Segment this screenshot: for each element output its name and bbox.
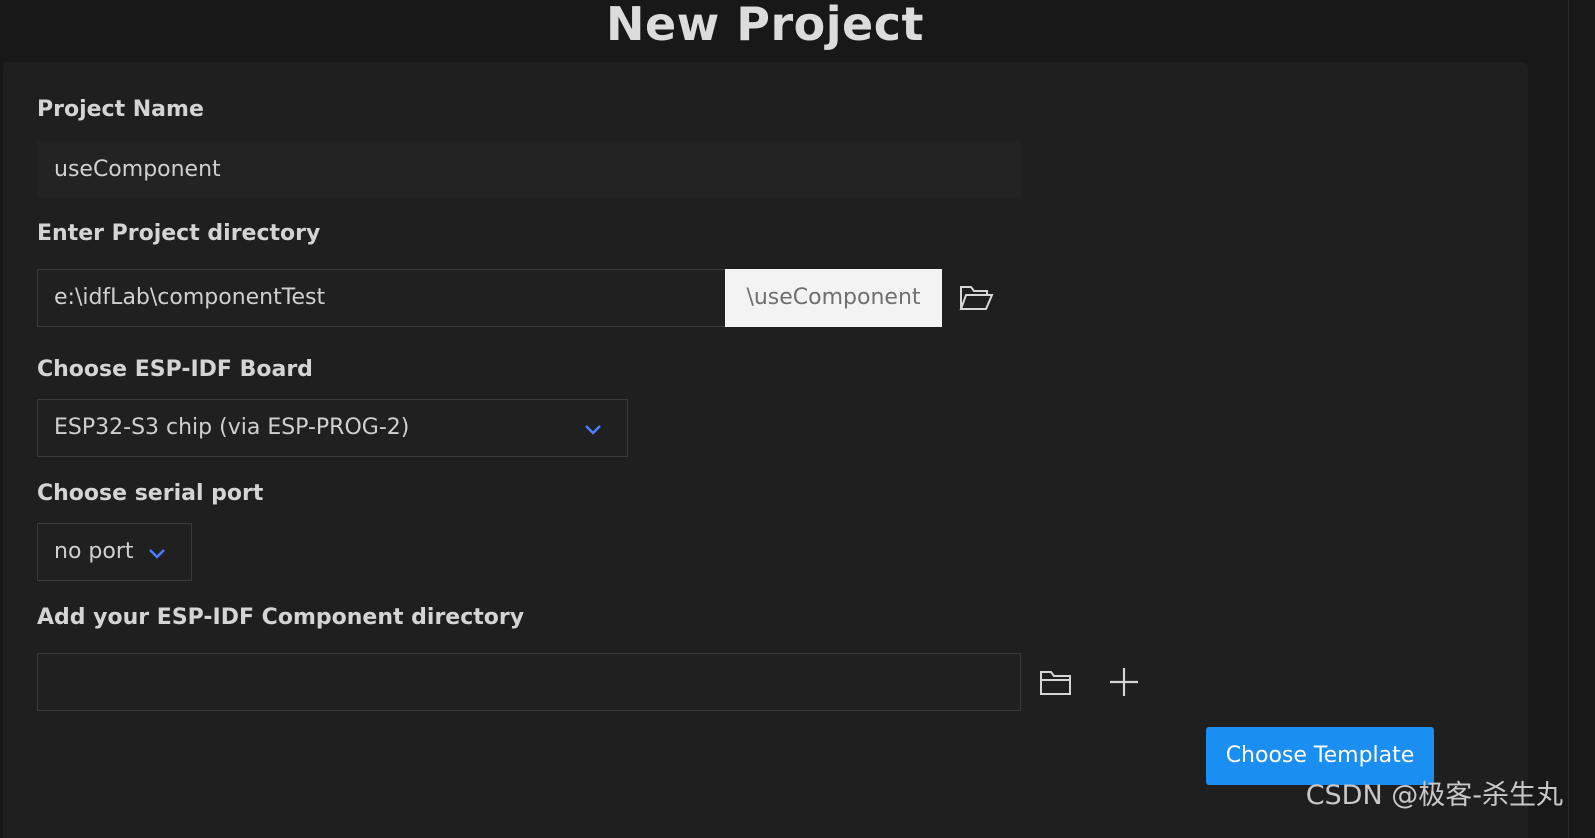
project-name-label: Project Name <box>37 97 204 122</box>
new-project-page: New Project Project Name useComponent En… <box>0 0 1595 838</box>
board-selected-value: ESP32-S3 chip (via ESP-PROG-2) <box>54 415 410 440</box>
serial-port-label: Choose serial port <box>37 481 264 506</box>
folder-icon[interactable] <box>1036 662 1076 702</box>
project-directory-input[interactable]: e:\idfLab\componentTest <box>37 269 727 327</box>
page-title: New Project <box>606 0 924 51</box>
project-name-input[interactable]: useComponent <box>37 141 1021 197</box>
serial-port-selected-value: no port <box>54 539 134 564</box>
board-label: Choose ESP-IDF Board <box>37 357 313 382</box>
serial-port-select[interactable]: no port <box>37 523 192 581</box>
component-directory-input[interactable] <box>37 653 1021 711</box>
project-directory-label: Enter Project directory <box>37 221 321 246</box>
component-directory-label: Add your ESP-IDF Component directory <box>37 605 525 630</box>
chevron-down-icon <box>149 549 165 559</box>
folder-open-icon[interactable] <box>956 278 996 318</box>
window-edge-divider <box>1568 0 1569 838</box>
project-directory-suffix: \useComponent <box>725 269 942 327</box>
chevron-down-icon <box>585 425 601 435</box>
plus-icon[interactable] <box>1104 662 1144 702</box>
board-select[interactable]: ESP32-S3 chip (via ESP-PROG-2) <box>37 399 628 457</box>
watermark-text: CSDN @极客-杀生丸 <box>1305 780 1563 811</box>
